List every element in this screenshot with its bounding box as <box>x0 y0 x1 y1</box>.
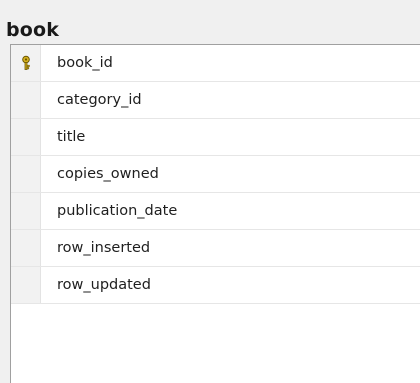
column-name: category_id <box>57 92 142 108</box>
column-grid: book_id category_id title copies_owned p… <box>10 44 420 383</box>
column-row-title[interactable]: title <box>11 119 420 156</box>
column-row-category-id[interactable]: category_id <box>11 82 420 119</box>
column-name: publication_date <box>57 203 178 219</box>
column-name: row_inserted <box>57 240 151 256</box>
row-selector[interactable] <box>11 267 41 303</box>
column-row-row-inserted[interactable]: row_inserted <box>11 230 420 267</box>
column-name: row_updated <box>57 277 151 293</box>
row-selector[interactable] <box>11 82 41 118</box>
column-name: book_id <box>57 55 113 71</box>
row-selector[interactable] <box>11 119 41 155</box>
row-selector[interactable] <box>11 45 41 81</box>
table-diagram-box[interactable]: book book_id category_id title copies_ow… <box>0 0 420 383</box>
row-selector[interactable] <box>11 230 41 266</box>
row-selector[interactable] <box>11 156 41 192</box>
row-selector[interactable] <box>11 193 41 229</box>
column-name: copies_owned <box>57 166 159 182</box>
column-row-copies-owned[interactable]: copies_owned <box>11 156 420 193</box>
column-name: title <box>57 129 86 145</box>
column-row-publication-date[interactable]: publication_date <box>11 193 420 230</box>
column-row-book-id[interactable]: book_id <box>11 45 420 82</box>
table-title: book <box>6 19 60 41</box>
column-row-row-updated[interactable]: row_updated <box>11 267 420 304</box>
primary-key-icon <box>20 55 32 71</box>
